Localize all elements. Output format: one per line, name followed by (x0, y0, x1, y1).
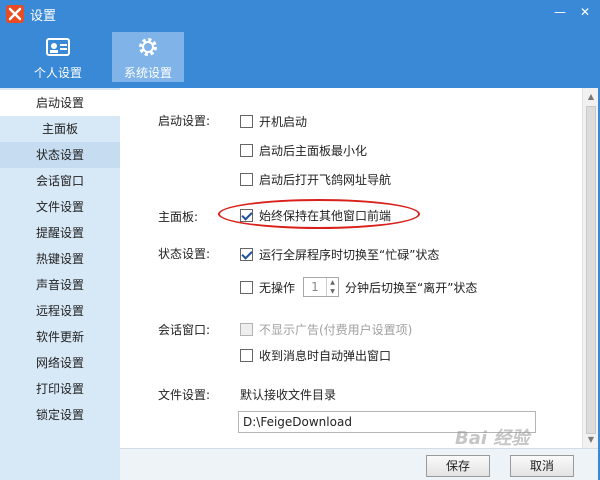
always-on-top-option[interactable]: 始终保持在其他窗口前端 (240, 207, 391, 223)
save-button[interactable]: 保存 (426, 455, 490, 477)
file-section-label: 文件设置: (158, 388, 211, 402)
auto-start-checkbox[interactable] (240, 114, 253, 128)
idle-checkbox[interactable] (240, 280, 253, 294)
tab-label: 个人设置 (33, 66, 82, 80)
person-card-icon (46, 36, 70, 58)
tab-system-settings[interactable]: 系统设置 (112, 32, 184, 82)
close-button[interactable]: ✕ (574, 2, 596, 22)
title-bar: 设置 — ✕ (0, 0, 600, 28)
always-on-top-checkbox[interactable] (240, 208, 253, 222)
sidebar-item-file[interactable]: 文件设置 (0, 194, 120, 220)
session-section-label: 会话窗口: (158, 323, 211, 337)
watermark-text: Bai 经验 (455, 428, 530, 449)
settings-sidebar: 启动设置 主面板 状态设置 会话窗口 文件设置 提醒设置 热键设置 声音设置 远… (0, 88, 120, 480)
sidebar-item-hotkey[interactable]: 热键设置 (0, 246, 120, 272)
hide-ads-label: 不显示广告(付费用户设置项) (259, 322, 413, 337)
sidebar-item-remote[interactable]: 远程设置 (0, 298, 120, 324)
scroll-up-arrow-icon[interactable]: ▲ (583, 90, 599, 104)
stepper-down-icon[interactable]: ▼ (326, 287, 338, 296)
tab-label: 系统设置 (123, 66, 172, 80)
window-title: 设置 (30, 9, 57, 24)
idle-label: 无操作 (259, 280, 296, 295)
idle-minutes-stepper[interactable]: 1 ▲ ▼ (303, 277, 339, 297)
auto-start-label: 开机启动 (259, 114, 308, 129)
open-nav-on-start-checkbox[interactable] (240, 172, 253, 186)
always-on-top-label: 始终保持在其他窗口前端 (259, 208, 392, 223)
open-nav-on-start-label: 启动后打开飞鸽网址导航 (259, 172, 392, 187)
scroll-down-arrow-icon[interactable]: ▼ (583, 433, 599, 447)
idle-option[interactable]: 无操作 (240, 279, 295, 295)
startup-section-label: 启动设置: (158, 114, 211, 128)
auto-popup-option[interactable]: 收到消息时自动弹出窗口 (240, 347, 391, 363)
auto-start-option[interactable]: 开机启动 (240, 113, 307, 129)
sidebar-item-network[interactable]: 网络设置 (0, 350, 120, 376)
feige-logo-icon (6, 5, 24, 23)
auto-popup-label: 收到消息时自动弹出窗口 (259, 348, 392, 363)
busy-on-fullscreen-option[interactable]: 运行全屏程序时切换至“忙碌”状态 (240, 246, 439, 262)
sidebar-item-update[interactable]: 软件更新 (0, 324, 120, 350)
hide-ads-checkbox (240, 322, 253, 336)
hide-ads-option: 不显示广告(付费用户设置项) (240, 321, 412, 337)
scroll-thumb[interactable] (586, 106, 596, 434)
settings-window: 设置 — ✕ 个人设置 系统设置 启动设置 主面板 状态设置 会话窗口 文件设置… (0, 0, 600, 480)
minimize-button[interactable]: — (549, 2, 571, 22)
recv-dir-label: 默认接收文件目录 (240, 388, 337, 402)
tab-personal-settings[interactable]: 个人设置 (22, 32, 94, 82)
busy-on-fullscreen-label: 运行全屏程序时切换至“忙碌”状态 (259, 247, 440, 262)
vertical-scrollbar[interactable]: ▲ ▼ (582, 88, 598, 450)
status-section-label: 状态设置: (158, 247, 211, 261)
sidebar-item-sound[interactable]: 声音设置 (0, 272, 120, 298)
minimize-on-start-label: 启动后主面板最小化 (259, 143, 368, 158)
sidebar-item-startup[interactable]: 启动设置 (0, 90, 120, 116)
open-nav-on-start-option[interactable]: 启动后打开飞鸽网址导航 (240, 171, 391, 187)
cancel-button[interactable]: 取消 (510, 455, 574, 477)
minimize-on-start-option[interactable]: 启动后主面板最小化 (240, 142, 367, 158)
main-panel-section-label: 主面板: (158, 210, 199, 224)
auto-popup-checkbox[interactable] (240, 348, 253, 362)
idle-minutes-value[interactable]: 1 (304, 278, 326, 296)
stepper-up-icon[interactable]: ▲ (326, 278, 338, 287)
minimize-on-start-checkbox[interactable] (240, 143, 253, 157)
gear-icon (136, 36, 160, 58)
sidebar-item-session-window[interactable]: 会话窗口 (0, 168, 120, 194)
sidebar-item-main-panel[interactable]: 主面板 (0, 116, 120, 142)
sidebar-item-status[interactable]: 状态设置 (0, 142, 120, 168)
sidebar-item-print[interactable]: 打印设置 (0, 376, 120, 402)
busy-on-fullscreen-checkbox[interactable] (240, 247, 253, 261)
sidebar-item-reminder[interactable]: 提醒设置 (0, 220, 120, 246)
idle-after-label: 分钟后切换至“离开”状态 (345, 281, 478, 295)
sidebar-item-lock[interactable]: 锁定设置 (0, 402, 120, 428)
